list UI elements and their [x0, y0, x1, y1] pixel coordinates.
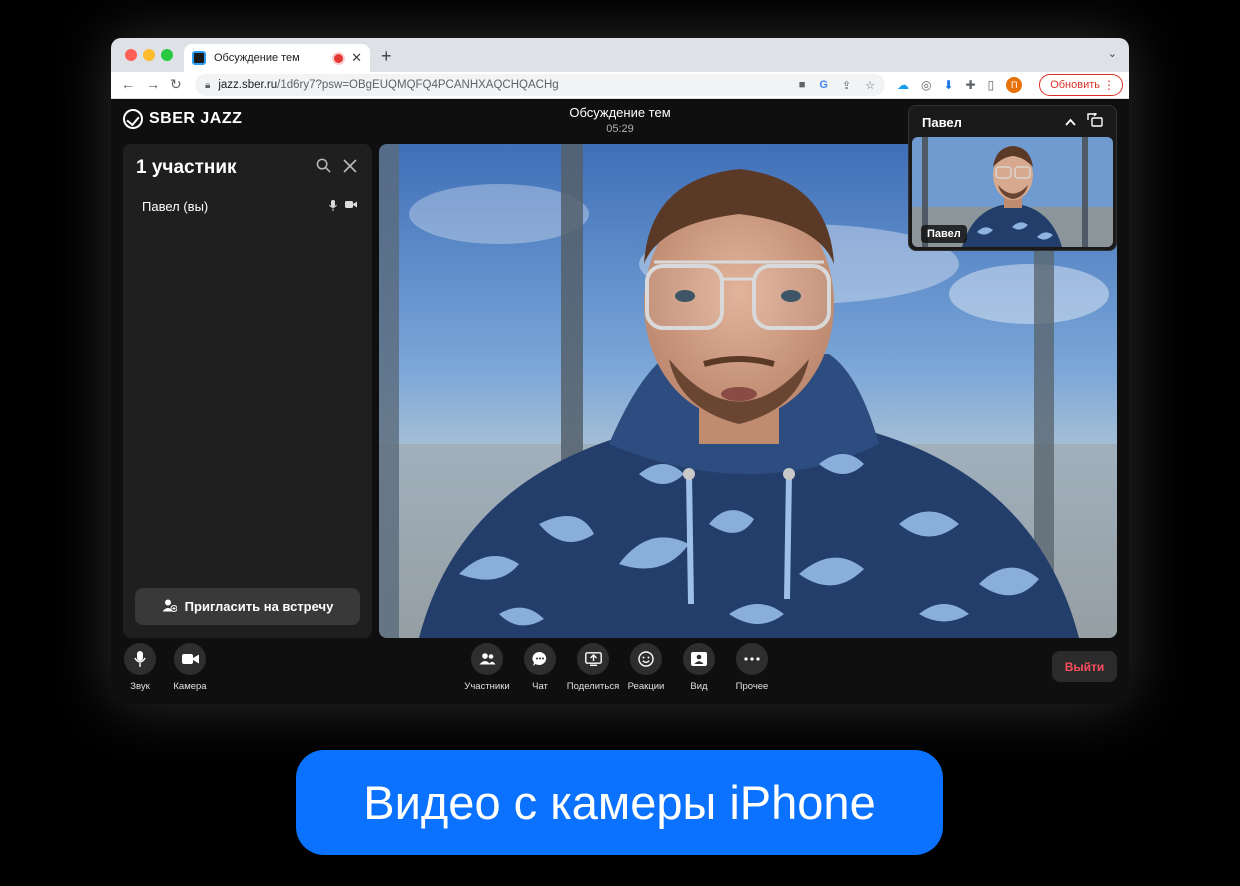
- camera-icon: [345, 200, 357, 214]
- sound-label: Звук: [130, 681, 150, 692]
- window-maximize-button[interactable]: [161, 49, 173, 61]
- camera-label: Камера: [173, 681, 207, 692]
- self-view-name: Павел: [922, 115, 962, 130]
- self-view-video: Павел: [912, 137, 1113, 247]
- caption-banner: Видео с камеры iPhone: [296, 750, 943, 855]
- participants-label: Участники: [464, 681, 510, 692]
- reactions-label: Реакции: [627, 681, 665, 692]
- camera-icon[interactable]: [174, 643, 206, 675]
- browser-menu-icon[interactable]: ⋮: [1103, 78, 1115, 92]
- extension-icons: ☁ ◎ ⬇ ✚ ▯ П: [897, 77, 1023, 93]
- tab-search-chevron-icon[interactable]: ⌄: [1108, 47, 1117, 60]
- sidepanel-icon[interactable]: ▯: [988, 78, 995, 92]
- more-label: Прочее: [735, 681, 769, 692]
- participants-panel: 1 участник Павел (вы) Пригласить на встр…: [123, 144, 372, 638]
- view-control[interactable]: Вид: [669, 643, 729, 692]
- back-arrow-icon[interactable]: ←: [121, 76, 135, 92]
- invite-button[interactable]: Пригласить на встречу: [135, 588, 360, 625]
- tab-favicon-icon: [192, 51, 206, 65]
- lock-icon: 🔒︎: [205, 79, 211, 91]
- tab-close-icon[interactable]: ✕: [351, 50, 362, 66]
- reload-icon[interactable]: ↻: [170, 76, 182, 93]
- window-minimize-button[interactable]: [143, 49, 155, 61]
- update-button[interactable]: Обновить ⋮: [1039, 74, 1123, 96]
- download-extension-icon[interactable]: ⬇: [943, 78, 953, 92]
- share-control[interactable]: Поделиться: [563, 643, 623, 692]
- omnibox-icons: ■ G ⇪ ☆: [799, 79, 875, 92]
- self-view-panel: Павел Павел: [908, 105, 1117, 251]
- chevron-up-icon[interactable]: [1065, 115, 1076, 129]
- exit-button[interactable]: Выйти: [1052, 651, 1117, 682]
- chat-label: Чат: [532, 681, 548, 692]
- microphone-icon[interactable]: [124, 643, 156, 675]
- participant-name: Павел (вы): [142, 199, 209, 214]
- chat-control[interactable]: Чат: [510, 643, 570, 692]
- more-control[interactable]: Прочее: [722, 643, 782, 692]
- smiley-icon[interactable]: [630, 643, 662, 675]
- participants-control[interactable]: Участники: [457, 643, 517, 692]
- cloud-extension-icon[interactable]: ☁: [897, 78, 909, 92]
- screen-share-icon[interactable]: [577, 643, 609, 675]
- url-text: jazz.sber.ru/1d6ry7?psw=OBgEUQMQFQ4PCANH…: [218, 79, 559, 91]
- recording-indicator-icon: [334, 53, 344, 63]
- update-button-label: Обновить: [1050, 79, 1100, 91]
- tab-bar: Обсуждение тем ✕ + ⌄: [111, 38, 1129, 72]
- window-close-button[interactable]: [125, 49, 137, 61]
- profile-avatar[interactable]: П: [1006, 77, 1023, 93]
- more-dots-icon[interactable]: [736, 643, 768, 675]
- camera-in-use-icon[interactable]: ■: [799, 79, 806, 92]
- puzzle-extensions-icon[interactable]: ✚: [966, 78, 976, 92]
- address-bar[interactable]: 🔒︎ jazz.sber.ru/1d6ry7?psw=OBgEUQMQFQ4PC…: [195, 74, 885, 96]
- jazz-app: SBER JAZZ Обсуждение тем 05:29 1 участни…: [111, 99, 1129, 704]
- add-person-icon: [162, 599, 178, 615]
- share-label: Поделиться: [566, 681, 620, 692]
- people-icon[interactable]: [471, 643, 503, 675]
- browser-window: Обсуждение тем ✕ + ⌄ ← → ↻ 🔒︎ jazz.sber.…: [111, 38, 1129, 704]
- browser-tab[interactable]: Обсуждение тем ✕: [184, 44, 370, 72]
- participants-count-title: 1 участник: [136, 157, 237, 178]
- invite-button-label: Пригласить на встречу: [184, 599, 334, 614]
- participant-row[interactable]: Павел (вы): [142, 199, 357, 214]
- microphone-icon: [329, 199, 337, 214]
- view-layout-icon[interactable]: [683, 643, 715, 675]
- forward-arrow-icon[interactable]: →: [146, 76, 160, 92]
- google-icon[interactable]: G: [819, 79, 828, 92]
- chat-bubble-icon[interactable]: [524, 643, 556, 675]
- camera-control[interactable]: Камера: [160, 643, 220, 692]
- bookmark-star-icon[interactable]: ☆: [865, 79, 875, 92]
- browser-toolbar: ← → ↻ 🔒︎ jazz.sber.ru/1d6ry7?psw=OBgEUQM…: [111, 72, 1129, 99]
- reactions-control[interactable]: Реакции: [616, 643, 676, 692]
- stage: Обсуждение тем ✕ + ⌄ ← → ↻ 🔒︎ jazz.sber.…: [0, 0, 1240, 886]
- globe-extension-icon[interactable]: ◎: [921, 78, 931, 92]
- new-tab-button[interactable]: +: [381, 46, 392, 67]
- search-icon[interactable]: [316, 158, 331, 177]
- share-icon[interactable]: ⇪: [842, 79, 851, 92]
- tab-title: Обсуждение тем: [214, 52, 300, 64]
- self-view-label: Павел: [921, 225, 967, 243]
- view-label: Вид: [690, 681, 708, 692]
- close-icon[interactable]: [343, 154, 357, 179]
- swap-video-icon[interactable]: [1087, 111, 1103, 130]
